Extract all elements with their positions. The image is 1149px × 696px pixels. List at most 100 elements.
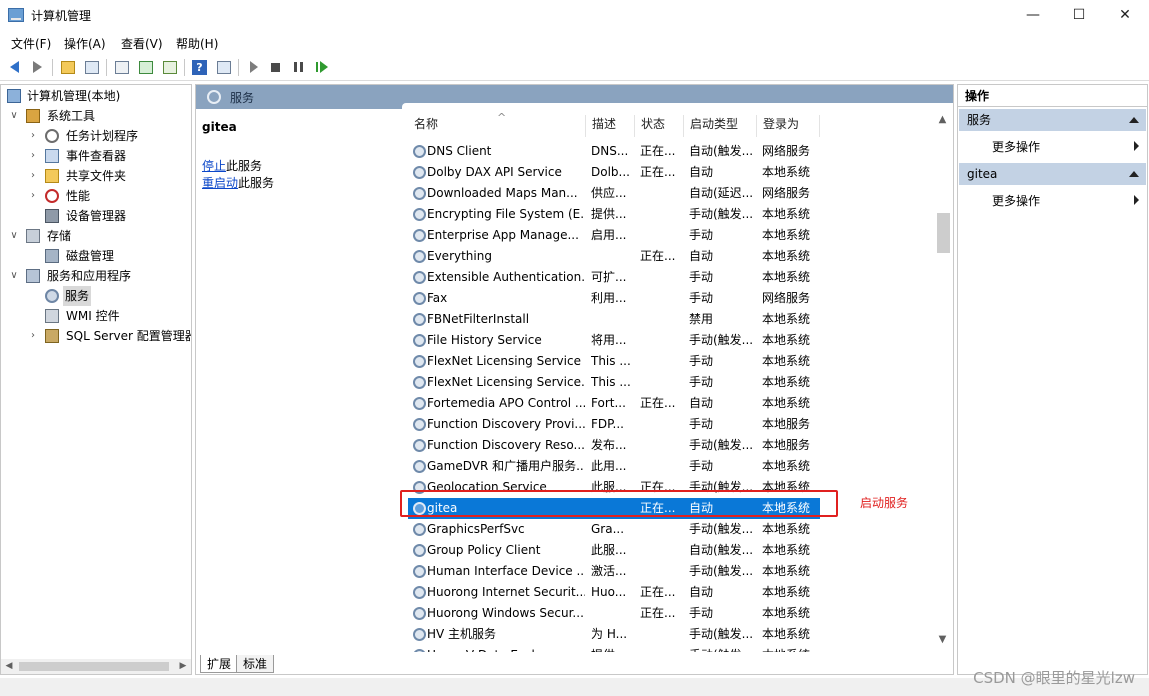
chevron-down-icon[interactable]: ∨ [9, 226, 19, 246]
submenu-arrow-icon[interactable] [1134, 141, 1139, 151]
service-row[interactable]: Downloaded Maps Man... 供应... 自动(延迟... 网络服务 [408, 183, 820, 204]
tree-item-sql[interactable]: › SQL Server 配置管理器 [1, 326, 191, 346]
tab-standard[interactable]: 标准 [236, 655, 275, 673]
scroll-down-icon[interactable]: ▼ [937, 634, 948, 645]
service-row[interactable]: Fortemedia APO Control ... Fort... 正在... 自动… [408, 393, 820, 414]
start-service-icon[interactable] [244, 58, 263, 76]
forward-icon[interactable] [28, 58, 47, 76]
chevron-right-icon[interactable]: › [28, 126, 38, 146]
service-row[interactable]: Dolby DAX API Service Dolb... 正在... 自动 本地系统 [408, 162, 820, 183]
scroll-right-icon[interactable]: ▶ [177, 661, 189, 672]
service-row[interactable]: GraphicsPerfSvc Gra... 手动(触发... 本地系统 [408, 519, 820, 540]
services-pane: 服务 gitea 停止此服务 重启动此服务 ^ 名称 描述 状态 启动类型 登录… [195, 84, 954, 675]
show-action-pane-icon[interactable] [214, 58, 233, 76]
scroll-thumb[interactable] [19, 662, 169, 671]
service-startup-type: 手动 [689, 459, 714, 473]
service-description: Gra... [591, 522, 625, 536]
chevron-right-icon[interactable]: › [28, 186, 38, 206]
actions-section-gitea[interactable]: gitea [959, 163, 1146, 185]
service-row[interactable]: Human Interface Device ... 激活... 手动(触发... 本… [408, 561, 820, 582]
service-row[interactable]: Huorong Internet Securit... Huo... 正在... 自动… [408, 582, 820, 603]
service-row[interactable]: Enterprise App Manage... 启用... 手动 本地系统 [408, 225, 820, 246]
services-vertical-scrollbar[interactable]: ▲ ▼ [934, 110, 951, 651]
chevron-right-icon[interactable]: › [28, 166, 38, 186]
chevron-right-icon[interactable]: › [28, 326, 38, 346]
collapse-icon[interactable] [1129, 117, 1139, 123]
back-icon[interactable] [5, 58, 24, 76]
service-name: Function Discovery Reso... [427, 438, 585, 452]
service-row[interactable]: Hyper-V Data Exchange... 提供... 手动(触发... 本地系… [408, 645, 820, 652]
actions-section-services[interactable]: 服务 [959, 109, 1146, 131]
sort-up-icon: ^ [497, 111, 507, 124]
tree-item-storage[interactable]: ∨ 存储 [1, 226, 191, 246]
menu-action[interactable]: 操作(A) [64, 35, 106, 52]
tree-item-disk-management[interactable]: 磁盘管理 [1, 246, 191, 266]
service-row[interactable]: Function Discovery Reso... 发布... 手动(触发... 本… [408, 435, 820, 456]
service-log-on-as: 本地服务 [762, 438, 811, 452]
service-row[interactable]: GameDVR 和广播用户服务... 此用... 手动 本地系统 [408, 456, 820, 477]
collapse-icon[interactable] [1129, 171, 1139, 177]
service-row[interactable]: Huorong Windows Secur... 正在... 手动 本地系统 [408, 603, 820, 624]
service-row[interactable]: Fax 利用... 手动 网络服务 [408, 288, 820, 309]
service-row[interactable]: FlexNet Licensing Service... This ... 手动 本地… [408, 372, 820, 393]
tab-extended[interactable]: 扩展 [200, 655, 239, 673]
pause-service-icon[interactable] [289, 58, 308, 76]
tree-item-performance[interactable]: › 性能 [1, 186, 191, 206]
tree-item-event-viewer[interactable]: › 事件查看器 [1, 146, 191, 166]
scroll-up-icon[interactable]: ▲ [937, 114, 948, 125]
maximize-button[interactable]: ☐ [1056, 0, 1102, 30]
close-button[interactable]: ✕ [1102, 0, 1148, 30]
service-row[interactable]: Extensible Authentication... 可扩... 手动 本地系统 [408, 267, 820, 288]
service-row[interactable]: Encrypting File System (E... 提供... 手动(触发..… [408, 204, 820, 225]
scroll-left-icon[interactable]: ◀ [3, 661, 15, 672]
chevron-right-icon[interactable]: › [28, 146, 38, 166]
menu-help[interactable]: 帮助(H) [176, 35, 218, 52]
more-actions-services[interactable]: 更多操作 [992, 138, 1040, 155]
show-hide-tree-icon[interactable] [82, 58, 101, 76]
properties-icon[interactable] [112, 58, 131, 76]
up-folder-icon[interactable] [58, 58, 77, 76]
tree-item-root[interactable]: 计算机管理(本地) [1, 86, 191, 106]
service-log-on-as: 网络服务 [762, 144, 811, 158]
service-row[interactable]: Function Discovery Provi... FDP... 手动 本地服务 [408, 414, 820, 435]
help-icon[interactable]: ? [190, 58, 209, 76]
tree-horizontal-scrollbar[interactable]: ◀ ▶ [1, 659, 191, 674]
service-row[interactable]: Everything 正在... 自动 本地系统 [408, 246, 820, 267]
device-manager-icon [45, 209, 59, 223]
refresh-icon[interactable] [136, 58, 155, 76]
service-row[interactable]: File History Service 将用... 手动(触发... 本地系统 [408, 330, 820, 351]
restart-service-link[interactable]: 重启动 [202, 176, 238, 190]
column-header-status[interactable]: 状态 [635, 115, 684, 137]
column-header-description[interactable]: 描述 [586, 115, 635, 137]
tree-item-task-scheduler[interactable]: › 任务计划程序 [1, 126, 191, 146]
service-row[interactable]: DNS Client DNS... 正在... 自动(触发... 网络服务 [408, 141, 820, 162]
submenu-arrow-icon[interactable] [1134, 195, 1139, 205]
export-icon[interactable] [160, 58, 179, 76]
service-row[interactable]: HV 主机服务 为 H... 手动(触发... 本地系统 [408, 624, 820, 645]
service-row[interactable]: FBNetFilterInstall 禁用 本地系统 [408, 309, 820, 330]
column-header-log-on-as[interactable]: 登录为 [757, 115, 820, 137]
column-header-name[interactable]: ^ 名称 [408, 111, 586, 137]
stop-service-link[interactable]: 停止 [202, 159, 226, 173]
minimize-button[interactable]: — [1010, 0, 1056, 30]
column-header-startup-type[interactable]: 启动类型 [684, 115, 757, 137]
menu-file[interactable]: 文件(F) [11, 35, 51, 52]
service-status: 正在... [640, 396, 676, 410]
scroll-thumb[interactable] [937, 213, 950, 253]
tree-item-label: 系统工具 [47, 109, 96, 123]
tree-item-services-apps[interactable]: ∨ 服务和应用程序 [1, 266, 191, 286]
stop-service-icon[interactable] [266, 58, 285, 76]
tree-item-services[interactable]: 服务 [1, 286, 191, 306]
resume-service-icon[interactable] [312, 58, 331, 76]
tree-item-shared-folders[interactable]: › 共享文件夹 [1, 166, 191, 186]
chevron-down-icon[interactable]: ∨ [9, 266, 19, 286]
service-row[interactable]: FlexNet Licensing Service This ... 手动 本地系统 [408, 351, 820, 372]
chevron-down-icon[interactable]: ∨ [9, 106, 19, 126]
more-actions-gitea[interactable]: 更多操作 [992, 192, 1040, 209]
tree-item-label: 设备管理器 [66, 209, 127, 223]
tree-item-wmi[interactable]: WMI 控件 [1, 306, 191, 326]
tree-item-system-tools[interactable]: ∨ 系统工具 [1, 106, 191, 126]
service-row[interactable]: Group Policy Client 此服... 自动(触发... 本地系统 [408, 540, 820, 561]
menu-view[interactable]: 查看(V) [121, 35, 163, 52]
tree-item-device-manager[interactable]: 设备管理器 [1, 206, 191, 226]
